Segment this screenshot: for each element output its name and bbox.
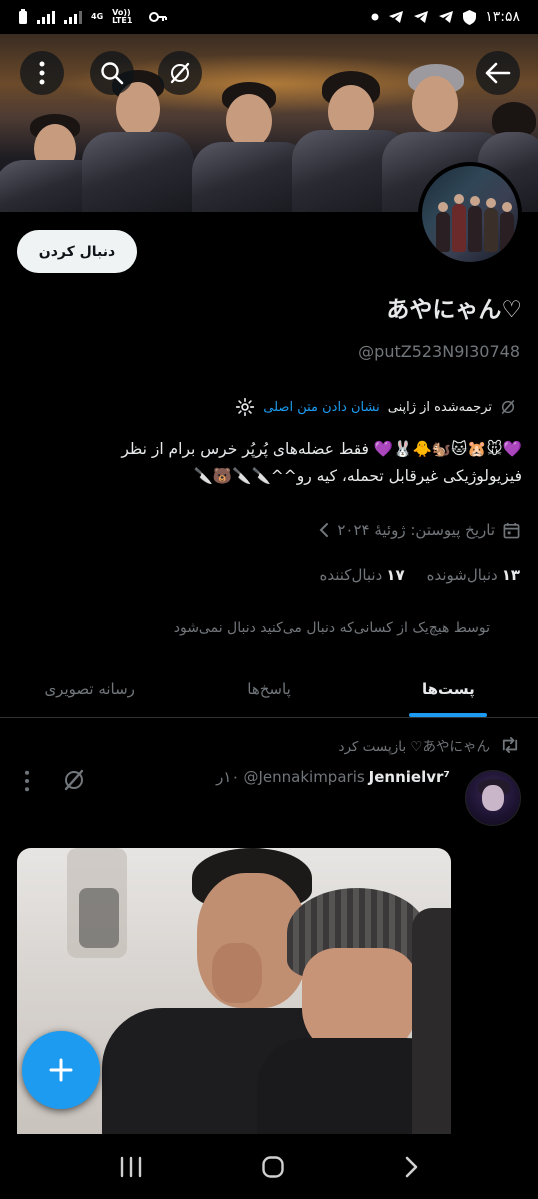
signal-icon [64,10,82,24]
joined-date[interactable]: تاریخ پیوستن: ژوئیهٔ ۲۰۲۴ [319,521,520,539]
volte-label: Vo)) LTE1 [112,8,133,25]
tweet-more-button[interactable] [20,770,34,796]
plus-icon [49,1058,73,1082]
translated-from-label: ترجمه‌شده از ژاپنی [387,399,492,415]
grok-icon [64,769,84,791]
tweet-author-avatar[interactable] [465,770,521,826]
tweet-author-handle[interactable]: @Jennakimparis [243,768,364,786]
profile-avatar[interactable] [418,162,522,266]
dot-icon [371,13,379,21]
compose-button[interactable] [22,1031,100,1109]
joined-label: تاریخ پیوستن: ژوئیهٔ ۲۰۲۴ [337,521,495,539]
shield-icon [463,9,477,25]
tab-posts[interactable]: پست‌ها [359,660,538,717]
calendar-icon [503,522,520,538]
back-arrow-icon [485,62,511,84]
network-type: 4G [91,12,104,21]
telegram-icon [439,11,454,23]
system-navigation-bar [0,1134,538,1199]
bio-line: فیزیولوژیکی غیرقابل تحمله، کیه رو^^🔪🔪🐻🔪 [193,467,522,485]
status-bar-right: ۱۳:۵۸ [371,9,520,25]
tweet-author-name[interactable]: Jennielvr⁷ [369,768,450,786]
profile-tabs: پست‌ها پاسخ‌ها رسانه تصویری [0,660,538,718]
follow-counts: ۱۳دنبال‌شونده ۱۷دنبال‌کننده [320,566,520,584]
status-time: ۱۳:۵۸ [485,9,520,25]
search-button[interactable] [90,51,134,95]
status-bar-left: 4G Vo)) LTE1 [18,8,168,25]
profile-handle: @putZ523N9I30748 [358,342,520,361]
tab-replies[interactable]: پاسخ‌ها [179,660,358,717]
tweet-time: ۱۰ر [216,768,240,786]
bio-line: 💜🐭🐹🐱🐿️🐥🐰💜 فقط عضله‌های پُرپُر خرس برام ا… [121,440,522,458]
telegram-icon [389,11,404,23]
gear-icon[interactable] [235,397,255,417]
telegram-icon [414,11,429,23]
key-icon [149,12,168,22]
more-vertical-icon [24,770,30,792]
search-icon [101,62,124,85]
repost-icon [502,737,518,753]
profile-bio: 💜🐭🐹🐱🐿️🐥🐰💜 فقط عضله‌های پُرپُر خرس برام ا… [12,436,522,490]
translation-row: ترجمه‌شده از ژاپنی نشان دادن متن اصلی [235,397,516,417]
back-nav-icon[interactable] [403,1155,419,1179]
following-count[interactable]: ۱۳دنبال‌شونده [427,566,520,584]
followers-you-know-note: توسط هیچ‌یک از کسانی‌که دنبال می‌کنید دن… [173,620,490,636]
home-icon[interactable] [261,1155,285,1179]
recent-apps-icon[interactable] [119,1156,143,1178]
chevron-left-icon [319,523,329,537]
battery-icon [19,9,27,24]
status-bar: 4G Vo)) LTE1 ۱۳:۵۸ [0,0,538,34]
repost-indicator: あやにゃん♡ بازپست کرد [338,735,520,755]
followers-count[interactable]: ۱۷دنبال‌کننده [320,566,405,584]
repost-text: あやにゃん♡ بازپست کرد [338,739,490,755]
follow-button[interactable]: دنبال کردن [17,230,137,273]
grok-button[interactable] [158,51,202,95]
back-button[interactable] [476,51,520,95]
grok-icon [170,62,190,84]
tweet-grok-button[interactable] [62,768,86,796]
profile-name: あやにゃん♡ [386,297,522,323]
tab-media[interactable]: رسانه تصویری [0,660,179,717]
show-original-link[interactable]: نشان دادن متن اصلی [263,400,379,415]
grok-icon [501,400,515,414]
more-button[interactable] [20,51,64,95]
more-vertical-icon [39,61,45,85]
tweet-header: Jennielvr⁷ @Jennakimparis ۱۰ر [216,768,450,786]
signal-icon [37,10,55,24]
